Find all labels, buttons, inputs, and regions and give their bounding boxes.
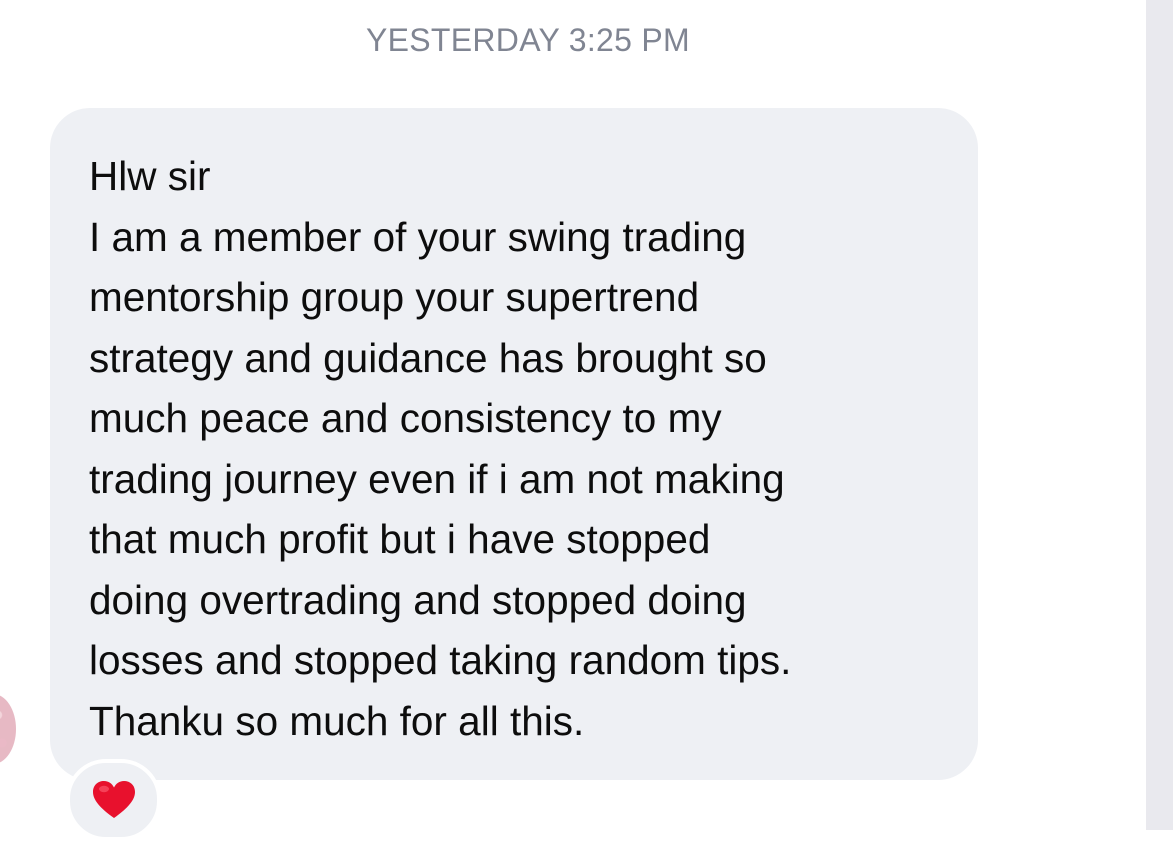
- message-bubble[interactable]: Hlw sir I am a member of your swing trad…: [50, 108, 978, 780]
- window-edge: [1146, 0, 1173, 830]
- message-line: trading journey even if i am not making: [89, 455, 785, 502]
- message-line: that much profit but i have stopped: [89, 516, 711, 562]
- red-heart-icon: [92, 780, 136, 820]
- message-line: I am a member of your swing trading: [89, 213, 747, 260]
- heart-reaction-badge[interactable]: [66, 759, 161, 841]
- message-line: much peace and consistency to my: [89, 395, 722, 441]
- message-line: Thanku so much for all this.: [89, 697, 585, 744]
- message-line: mentorship group your supertrend: [89, 274, 700, 320]
- message-line: Hlw sir: [89, 153, 211, 199]
- message-line: losses and stopped taking random tips.: [89, 637, 792, 683]
- message-line: strategy and guidance has brought so: [89, 334, 767, 381]
- sender-avatar[interactable]: [0, 694, 16, 764]
- message-timestamp: YESTERDAY 3:25 PM: [365, 22, 691, 58]
- message-line: doing overtrading and stopped doing: [89, 576, 747, 623]
